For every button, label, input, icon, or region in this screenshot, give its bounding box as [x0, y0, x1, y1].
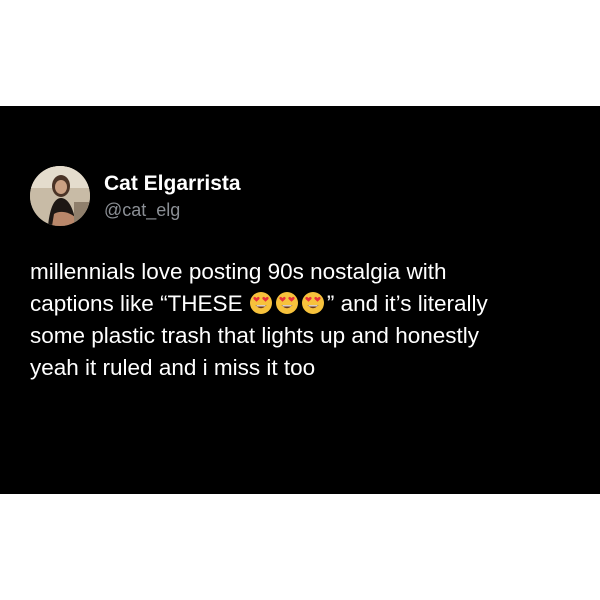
heart-eyes-emoji-icon [301, 291, 325, 315]
avatar-photo-icon [30, 166, 90, 226]
post-card: Cat Elgarrista @cat_elg millennials love… [0, 106, 600, 494]
post-line-2-end: ” and it’s literally [326, 291, 488, 316]
page: Cat Elgarrista @cat_elg millennials love… [0, 0, 600, 600]
post-line-1: millennials love posting 90s nostalgia w… [30, 259, 447, 284]
post-text: millennials love posting 90s nostalgia w… [30, 256, 578, 384]
post-line-4: yeah it ruled and i miss it too [30, 355, 316, 380]
heart-eyes-emoji-icon [249, 291, 273, 315]
post-line-3: some plastic trash that lights up and ho… [30, 323, 480, 348]
avatar[interactable] [30, 166, 90, 226]
post-line-2-start: captions like “THESE [30, 291, 249, 316]
heart-eyes-emoji-icon [275, 291, 299, 315]
post-line-2: captions like “THESE ” and it’s literall… [30, 288, 578, 320]
author-display-name[interactable]: Cat Elgarrista [104, 171, 241, 197]
author-handle[interactable]: @cat_elg [104, 199, 241, 221]
post-author: Cat Elgarrista @cat_elg [30, 166, 241, 226]
author-text: Cat Elgarrista @cat_elg [104, 171, 241, 221]
